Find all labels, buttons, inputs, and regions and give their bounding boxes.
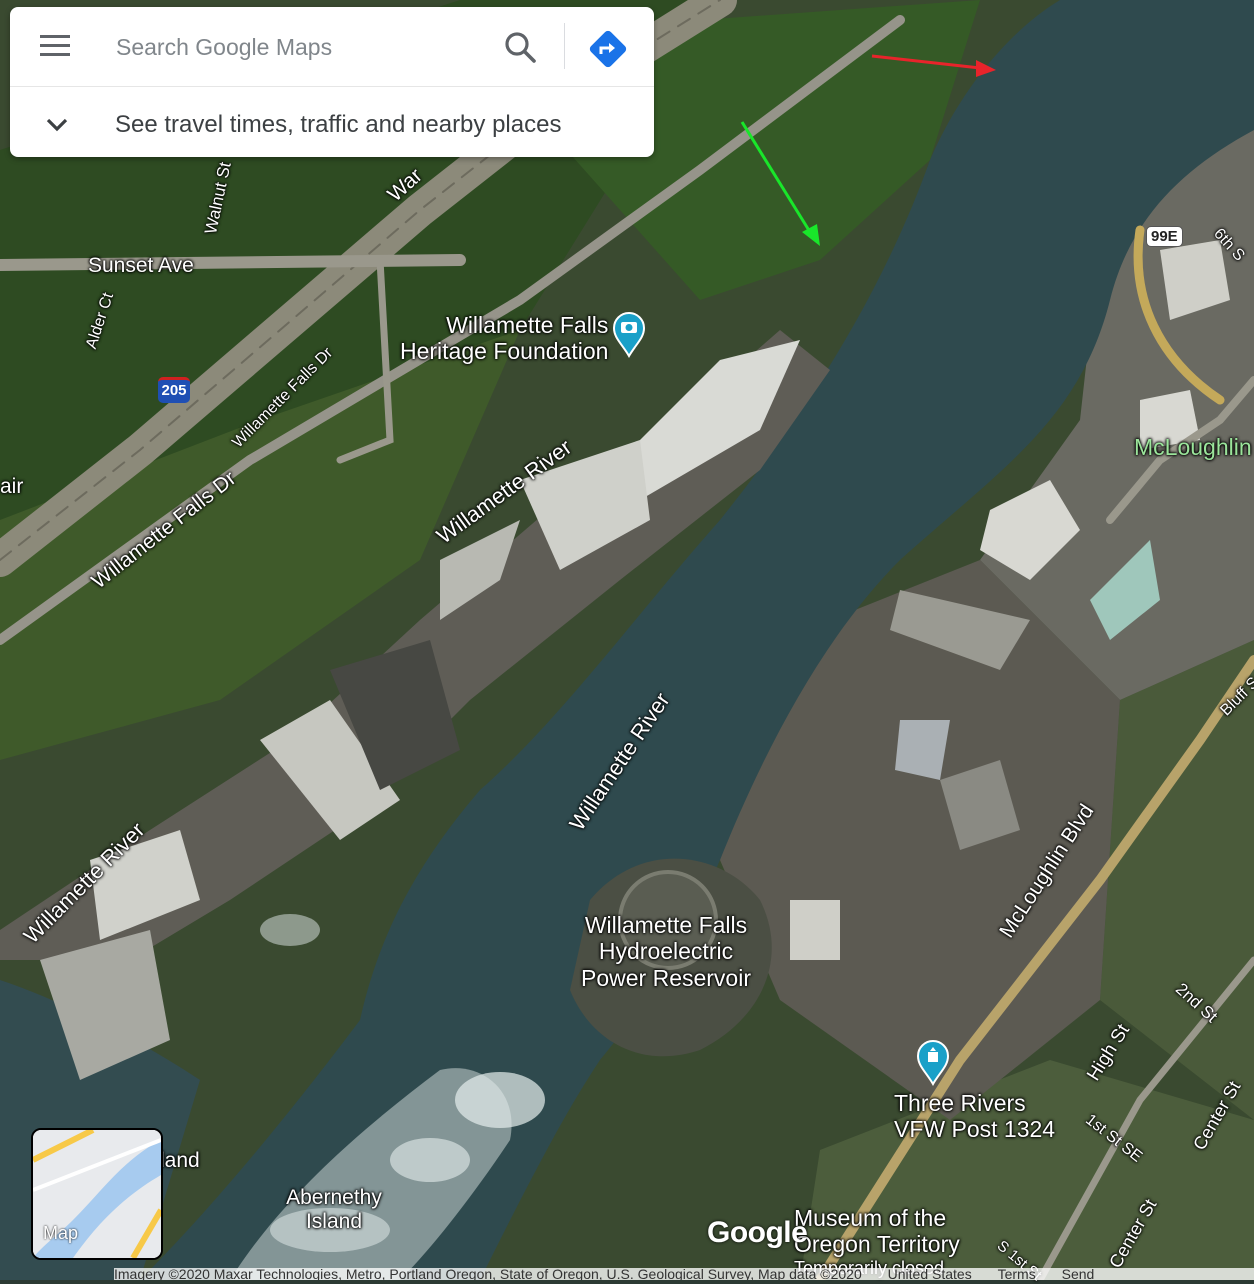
attribution-bar: Imagery ©2020 Maxar Technologies, Metro,… bbox=[114, 1268, 1254, 1280]
travel-times-text: See travel times, traffic and nearby pla… bbox=[115, 111, 562, 138]
attribution-text: Imagery ©2020 Maxar Technologies, Metro,… bbox=[114, 1268, 862, 1280]
search-panel: See travel times, traffic and nearby pla… bbox=[10, 7, 654, 157]
expand-button[interactable] bbox=[42, 111, 72, 137]
reservoir-line-3: Power Reservoir bbox=[581, 964, 751, 991]
directions-icon bbox=[589, 30, 627, 68]
place-hydroelectric-reservoir[interactable]: Willamette Falls Hydroelectric Power Res… bbox=[566, 912, 766, 991]
map-layer-label: Map bbox=[43, 1223, 79, 1243]
place-vfw-post[interactable]: Three Rivers VFW Post 1324 bbox=[894, 1090, 1055, 1143]
terms-link[interactable]: Terms bbox=[998, 1268, 1036, 1280]
place-heritage-foundation[interactable]: Willamette Falls Heritage Foundation bbox=[400, 312, 608, 365]
place-label-island-partial: land bbox=[160, 1149, 200, 1172]
heritage-line-1: Willamette Falls bbox=[446, 312, 609, 338]
send-feedback-link[interactable]: Send bbox=[1062, 1268, 1095, 1280]
chevron-down-icon bbox=[46, 118, 68, 132]
camera-pin-icon[interactable] bbox=[612, 312, 646, 363]
interstate-205-shield: 205 bbox=[158, 377, 190, 403]
vfw-line-2: VFW Post 1324 bbox=[894, 1116, 1056, 1143]
country-link[interactable]: United States bbox=[888, 1268, 972, 1280]
menu-button[interactable] bbox=[38, 31, 72, 61]
route-99e-shield: 99E bbox=[1146, 226, 1183, 247]
vfw-line-1: Three Rivers bbox=[894, 1090, 1026, 1116]
street-label-sunset-ave: Sunset Ave bbox=[88, 254, 194, 277]
place-abernethy-island[interactable]: Abernethy Island bbox=[282, 1186, 386, 1234]
satellite-map[interactable] bbox=[0, 0, 1254, 1280]
heritage-line-2: Heritage Foundation bbox=[400, 338, 609, 365]
google-logo: Google bbox=[707, 1216, 808, 1249]
search-divider bbox=[564, 23, 565, 69]
search-button[interactable] bbox=[500, 27, 540, 67]
memorial-pin-icon[interactable] bbox=[916, 1040, 950, 1091]
map-layer-toggle[interactable]: Map bbox=[31, 1128, 163, 1260]
search-row bbox=[10, 7, 654, 85]
search-icon bbox=[505, 32, 536, 63]
street-label-mcloughlin-top: McLoughlin bbox=[1134, 434, 1252, 460]
reservoir-line-1: Willamette Falls bbox=[584, 912, 748, 938]
directions-button[interactable] bbox=[586, 27, 630, 71]
reservoir-line-2: Hydroelectric bbox=[598, 938, 734, 965]
abernethy-line-1: Abernethy bbox=[286, 1186, 382, 1209]
street-label-air: air bbox=[0, 475, 24, 498]
museum-line-2: Oregon Territory bbox=[794, 1231, 960, 1258]
museum-line-1: Museum of the bbox=[794, 1205, 947, 1231]
abernethy-line-2: Island bbox=[305, 1210, 363, 1234]
travel-times-row[interactable]: See travel times, traffic and nearby pla… bbox=[10, 86, 654, 157]
search-input[interactable] bbox=[114, 29, 488, 65]
